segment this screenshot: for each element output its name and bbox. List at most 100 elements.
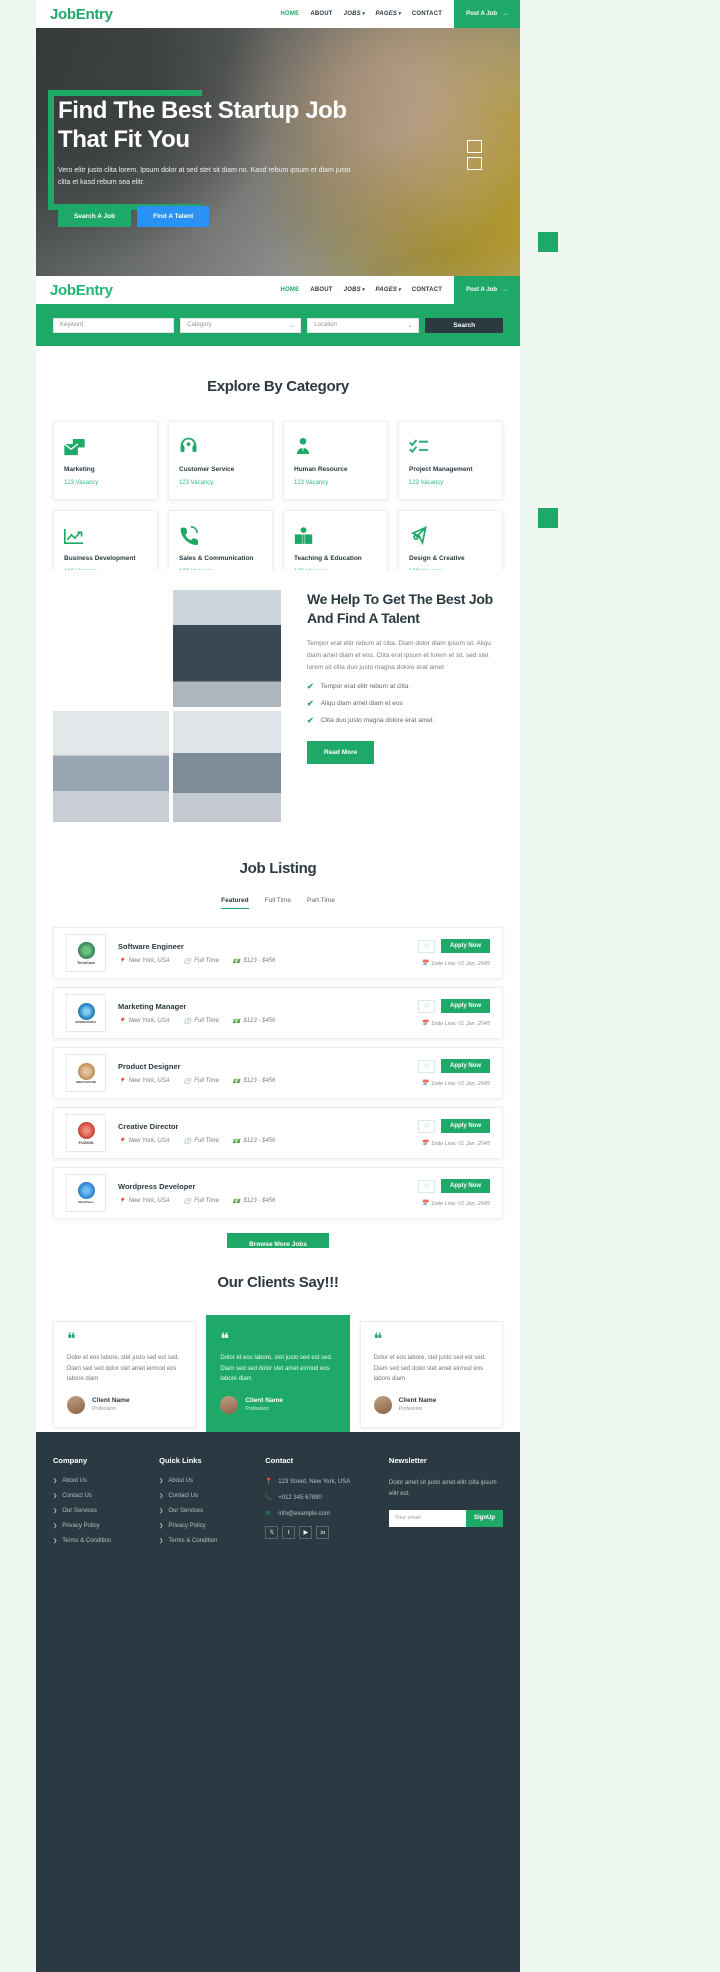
nav-link-home[interactable]: HOME <box>281 11 300 17</box>
location-pin-icon: 📍 <box>118 1078 126 1085</box>
job-date: 📅 Date Line: 01 Jan, 2045 <box>421 1080 490 1088</box>
company-logo: TechCom <box>66 934 106 972</box>
category-card[interactable]: Human Resource 123 Vacancy <box>283 421 388 500</box>
footer-link[interactable]: ❯ Privacy Policy <box>53 1523 145 1529</box>
save-job-button[interactable]: ♡ <box>418 1059 435 1073</box>
search-location-select[interactable]: Location ⌄ <box>307 317 420 333</box>
testimonial-card[interactable]: ❝ Dolor et eos labore, stet justo sed es… <box>359 1321 503 1428</box>
find-a-talent-button[interactable]: Find A Talent <box>137 206 210 228</box>
apply-now-button[interactable]: Apply Now <box>441 1119 490 1133</box>
footer-link[interactable]: ❯ About Us <box>159 1478 251 1484</box>
nav-link-home-sticky[interactable]: HOME <box>281 287 300 293</box>
nav-link-about[interactable]: ABOUT <box>310 11 332 17</box>
money-icon: 💵 <box>232 958 241 965</box>
footer-email[interactable]: ✉ info@example.com <box>265 1510 375 1518</box>
category-card[interactable]: Customer Service 123 Vacancy <box>168 421 273 500</box>
footer-link[interactable]: ❯ Terms & Condition <box>159 1538 251 1544</box>
job-row[interactable]: BluePhase Wordpress Developer 📍 New York,… <box>53 1167 503 1219</box>
search-keyword-input[interactable]: Keyword <box>53 317 175 333</box>
job-date: 📅 Date Line: 01 Jan, 2045 <box>421 1020 490 1028</box>
job-row[interactable]: INTERNATIONAL Marketing Manager 📍 New Yor… <box>53 987 503 1039</box>
post-a-job-button-sticky[interactable]: Post A Job → <box>454 276 520 304</box>
about-image-1 <box>53 590 169 707</box>
mail-stack-icon <box>64 434 147 456</box>
calendar-icon: 📅 <box>421 1141 429 1147</box>
nav-link-pages[interactable]: PAGES▾ <box>376 11 401 17</box>
footer-link[interactable]: ❯ Terms & Condition <box>53 1538 145 1544</box>
apply-now-button[interactable]: Apply Now <box>441 1179 490 1193</box>
job-row[interactable]: FUZION Creative Director 📍 New York, USA … <box>53 1107 503 1159</box>
clock-icon: 🕐 <box>183 1018 192 1025</box>
avatar <box>373 1395 392 1414</box>
brand-logo[interactable]: JobEntry <box>50 6 113 23</box>
job-list: TechCom Software Engineer 📍 New York, USA… <box>36 927 520 1219</box>
apply-now-button[interactable]: Apply Now <box>441 939 490 953</box>
twitter-icon[interactable]: 𝕏 <box>265 1526 279 1539</box>
facebook-icon[interactable]: f <box>282 1526 296 1539</box>
about-bullet: ✔ Tempor erat elitr rebum at clita <box>307 681 409 691</box>
newsletter-email-input[interactable]: Your email <box>388 1509 466 1527</box>
avatar <box>67 1395 85 1414</box>
nav-link-pages-sticky[interactable]: PAGES▾ <box>376 287 401 293</box>
job-meta: 📍 New York, USA 🕐 Full Time 💵 $123 - $456 <box>118 1018 276 1025</box>
hero-paragraph: Vero elitr justo clita lorem. Ipsum dolo… <box>58 166 351 187</box>
side-tab-top[interactable] <box>538 232 558 252</box>
testimonial-card[interactable]: ❝ Dolor et eos labore, stet justo sed es… <box>53 1321 197 1428</box>
testimonial-card-active[interactable]: ❝ Dolor et eos labore, stet justo sed es… <box>206 1315 350 1434</box>
category-card[interactable]: Marketing 123 Vacancy <box>53 421 158 500</box>
footer-link[interactable]: ❯ Contact Us <box>159 1493 251 1499</box>
chevron-down-icon: ▾ <box>398 11 401 17</box>
tab-part-time[interactable]: Part Time <box>307 897 335 909</box>
footer-column-company: Company ❯ About Us ❯ Contact Us ❯ Our Servi… <box>53 1456 145 1553</box>
newsletter-signup-button[interactable]: SignUp <box>466 1509 503 1527</box>
nav-link-about-sticky[interactable]: ABOUT <box>310 287 332 293</box>
tab-full-time[interactable]: Full Time <box>265 897 291 909</box>
job-row[interactable]: TechCom Software Engineer 📍 New York, USA… <box>53 927 503 979</box>
about-heading: We Help To Get The Best Job And Find A T… <box>307 591 493 626</box>
job-row[interactable]: DEBACKHOUSE Product Designer 📍 New York, … <box>53 1047 503 1099</box>
chevron-right-icon: ❯ <box>53 1523 58 1529</box>
search-category-select[interactable]: Category ⌄ <box>180 317 302 333</box>
quote-icon: ❝ <box>220 1331 229 1348</box>
nav-link-jobs[interactable]: JOBS▾ <box>344 11 365 17</box>
save-job-button[interactable]: ♡ <box>418 1179 435 1193</box>
footer-link[interactable]: ❯ Contact Us <box>53 1493 145 1499</box>
nav-link-contact-sticky[interactable]: CONTACT <box>412 287 442 293</box>
arrow-right-icon: → <box>502 287 508 293</box>
about-paragraph: Tempor erat elitr rebum at clita. Diam d… <box>307 639 491 671</box>
location-pin-icon: 📍 <box>118 1018 126 1025</box>
job-meta: 📍 New York, USA 🕐 Full Time 💵 $123 - $456 <box>118 1198 276 1205</box>
save-job-button[interactable]: ♡ <box>418 939 435 953</box>
save-job-button[interactable]: ♡ <box>418 999 435 1013</box>
youtube-icon[interactable]: ▶ <box>299 1526 313 1539</box>
job-title: Product Designer <box>118 1061 181 1071</box>
linkedin-icon[interactable]: in <box>316 1526 330 1539</box>
brand-logo-sticky[interactable]: JobEntry <box>50 282 113 299</box>
tab-featured[interactable]: Featured <box>221 897 249 909</box>
search-a-job-button[interactable]: Search A Job <box>58 206 132 228</box>
category-card[interactable]: Project Management 123 Vacancy <box>398 421 503 500</box>
newsletter-form: Your email SignUp <box>388 1509 503 1527</box>
job-meta: 📍 New York, USA 🕐 Full Time 💵 $123 - $456 <box>118 1078 276 1085</box>
side-tab-bottom[interactable] <box>538 508 558 528</box>
nav-link-jobs-sticky[interactable]: JOBS▾ <box>344 287 365 293</box>
footer-phone[interactable]: 📞 +012 345 67890 <box>265 1494 375 1502</box>
search-submit-button[interactable]: Search <box>425 317 503 333</box>
read-more-button[interactable]: Read More <box>307 740 375 764</box>
apply-now-button[interactable]: Apply Now <box>441 1059 490 1073</box>
category-section: Explore By Category Marketing 123 Vacanc… <box>36 346 520 592</box>
footer-link[interactable]: ❯ Our Services <box>159 1508 251 1514</box>
apply-now-button[interactable]: Apply Now <box>441 999 490 1013</box>
nav-link-contact[interactable]: CONTACT <box>412 11 442 17</box>
save-job-button[interactable]: ♡ <box>418 1119 435 1133</box>
envelope-icon: ✉ <box>265 1511 271 1517</box>
post-a-job-button[interactable]: Post A Job → <box>454 0 520 28</box>
footer-link[interactable]: ❯ Our Services <box>53 1508 145 1514</box>
open-book-icon <box>294 523 377 545</box>
chevron-down-icon: ▾ <box>361 11 365 17</box>
footer-link[interactable]: ❯ Privacy Policy <box>159 1523 251 1529</box>
location-pin-icon: 📍 <box>118 1138 126 1145</box>
footer-link[interactable]: ❯ About Us <box>53 1478 145 1484</box>
company-logo: BluePhase <box>66 1174 106 1212</box>
company-logo: FUZION <box>66 1114 106 1152</box>
